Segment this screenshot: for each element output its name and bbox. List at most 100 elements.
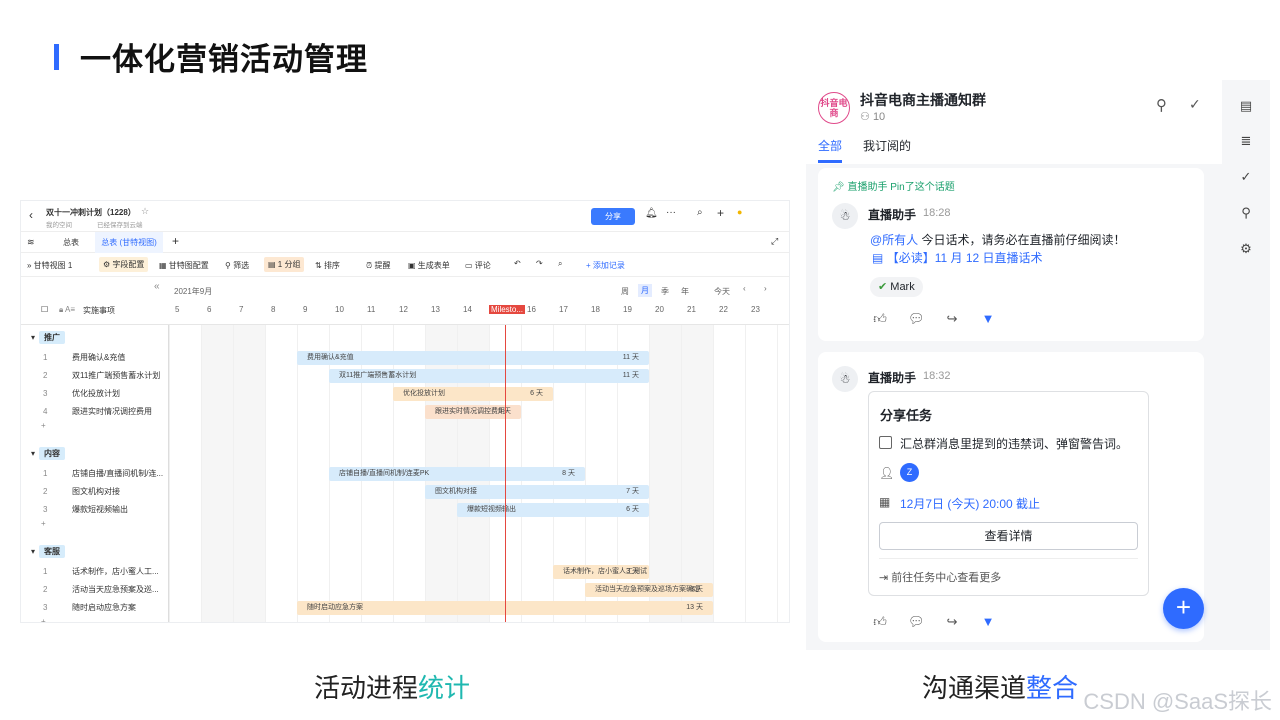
table-row[interactable]: 1 话术制作，店小蜜人工... (21, 563, 169, 581)
back-icon[interactable]: ‹ (29, 208, 33, 222)
settings-icon[interactable]: ⚙ (1237, 240, 1255, 258)
breadcrumb[interactable]: 我的空间 (46, 219, 72, 229)
bot-avatar[interactable]: ☃ (832, 203, 858, 229)
gantt-bar[interactable]: 活动当天应急预案及巡场方案确定 3 天 (585, 583, 713, 597)
month-label: 2021年9月 (174, 287, 213, 296)
tab-gantt[interactable]: 总表 (甘特视图) (95, 232, 163, 253)
checklist-icon[interactable]: ✓ (1237, 168, 1255, 186)
gantt-bar[interactable]: 店铺自播/直播间机制/连麦PK 8 天 (329, 467, 585, 481)
gantt-bar[interactable]: 费用确认&充值 11 天 (297, 351, 649, 365)
table-row[interactable]: 1 店铺自播/直播间机制/连... (21, 465, 169, 483)
like-icon[interactable]: 👍︎ (872, 311, 888, 327)
comment-button[interactable]: ▭ 评论 (465, 260, 491, 271)
undo-icon[interactable]: ↶ (514, 259, 521, 268)
bookmark-icon[interactable]: ▼ (980, 311, 996, 327)
gantt-bar[interactable]: 双11推广端预售蓄水计划 11 天 (329, 369, 649, 383)
scale-year[interactable]: 年 (681, 286, 689, 297)
gantt-window: ‹ 双十一冲刺计划（1228） ☆ 我的空间 已经保存到云端 分享 🔔︎ ···… (20, 200, 790, 623)
share-button[interactable]: 分享 (591, 208, 635, 225)
field-config-button[interactable]: ⚙ 字段配置 (99, 257, 149, 272)
view-name[interactable]: » 甘特视图 1 (27, 260, 72, 271)
add-tab-icon[interactable]: + (172, 234, 179, 248)
add-fab-button[interactable]: + (1163, 588, 1204, 629)
table-row[interactable]: 3 爆款短视频输出 (21, 501, 169, 519)
gantt-body: ▾ 推广 1 费用确认&充值 费用确认&充值 11 天 2 双11推广端预售蓄水计划 双11推广… (21, 325, 789, 622)
prev-icon[interactable]: ‹ (743, 284, 746, 293)
view-details-button[interactable]: 查看详情 (879, 522, 1138, 550)
table-row[interactable]: 2 图文机构对接 (21, 483, 169, 501)
group-avatar[interactable]: 抖音电商 (818, 92, 850, 124)
scale-month[interactable]: 月 (638, 284, 652, 297)
layers-icon[interactable]: ≋ (27, 237, 35, 248)
bar-label: 跟进实时情况调控费用 (435, 408, 505, 415)
tab-all[interactable]: 全部 (818, 137, 842, 154)
check-icon[interactable]: ✓ (1189, 96, 1201, 113)
add-row-icon[interactable]: + (41, 421, 46, 430)
sort-button[interactable]: ⇅ 排序 (315, 260, 340, 271)
reply-icon[interactable]: 💬︎ (908, 311, 925, 327)
task-checkbox[interactable] (879, 436, 892, 449)
scale-quarter[interactable]: 季 (661, 286, 669, 297)
add-icon[interactable]: + (717, 206, 724, 220)
row-number: 3 (43, 603, 48, 612)
table-row[interactable]: 3 优化投放计划 (21, 385, 169, 403)
gantt-bar[interactable]: 话术制作，店小蜜人工测试 3 天 (553, 565, 649, 579)
filter-button[interactable]: ⚲ 筛选 (225, 260, 249, 271)
remind-button[interactable]: ⏰︎ 提醒 (366, 260, 390, 271)
collapse-icon[interactable]: « (154, 281, 160, 292)
task-card: 分享任务 汇总群消息里提到的违禁词、弹窗警告词。 👤︎ Z ▦ 12月7日 (今… (868, 391, 1149, 596)
add-record-button[interactable]: + 添加记录 (586, 260, 625, 271)
member-count[interactable]: ⚇ 10 (860, 110, 885, 123)
expand-icon[interactable]: ⤢ (771, 236, 778, 247)
group-button[interactable]: ▤ 1 分组 (264, 257, 305, 272)
gantt-bar[interactable]: 爆款短视频输出 6 天 (457, 503, 649, 517)
add-row-icon[interactable]: + (41, 617, 46, 622)
tab-main[interactable]: 总表 (63, 237, 79, 248)
redo-icon[interactable]: ↷ (536, 259, 543, 268)
table-row[interactable]: 1 费用确认&充值 (21, 349, 169, 367)
reaction-mark[interactable]: ✔ Mark (870, 277, 923, 297)
search-list-icon[interactable]: ≣ (1237, 132, 1255, 150)
gantt-config-button[interactable]: ▦ 甘特图配置 (159, 260, 209, 271)
star-icon[interactable]: ☆ (141, 206, 149, 217)
table-row[interactable]: 2 活动当天应急预案及巡... (21, 581, 169, 599)
search-icon[interactable]: ⌕ (697, 207, 703, 218)
table-row[interactable]: 4 跟进实时情况调控费用 (21, 403, 169, 421)
next-icon[interactable]: › (764, 284, 767, 293)
add-member-icon[interactable]: ⚲ (1156, 96, 1167, 114)
mention-all[interactable]: @所有人 (870, 233, 918, 247)
group-header[interactable]: ▾ 客服 (31, 545, 66, 558)
like-icon-2[interactable]: 👍︎ (872, 614, 888, 630)
find-icon[interactable]: ⌕ (558, 259, 562, 269)
table-row[interactable]: 2 双11推广端预售蓄水计划 (21, 367, 169, 385)
tab-subscribed[interactable]: 我订阅的 (863, 137, 911, 154)
gantt-bar[interactable]: 图文机构对接 7 天 (425, 485, 649, 499)
bot-avatar-2[interactable]: ☃ (832, 366, 858, 392)
group-header[interactable]: ▾ 内容 (31, 447, 66, 460)
bulb-icon[interactable]: ● (737, 207, 742, 217)
gantt-bar[interactable]: 跟进实时情况调控费用 5 天 (425, 405, 521, 419)
select-all-checkbox[interactable]: ☐ (41, 305, 48, 314)
group-name: 抖音电商主播通知群 (860, 92, 986, 108)
doc-link[interactable]: ▤ 【必读】11 月 12 日直播话术 (872, 249, 1043, 266)
assignee-avatar[interactable]: Z (900, 463, 919, 482)
table-row[interactable]: 3 随时启动应急方案 (21, 599, 169, 617)
add-row-icon[interactable]: + (41, 519, 46, 528)
bell-icon[interactable]: 🔔︎ (645, 208, 658, 219)
forward-icon-2[interactable]: ↪ (944, 614, 960, 630)
scale-week[interactable]: 周 (621, 286, 629, 297)
forward-icon[interactable]: ↪ (944, 311, 960, 327)
add-record-label: 添加记录 (592, 261, 625, 270)
bookmark-icon-2[interactable]: ▼ (980, 614, 996, 630)
day-label: 13 (431, 305, 440, 314)
today-button[interactable]: 今天 (714, 286, 730, 297)
more-icon[interactable]: ··· (666, 207, 676, 218)
row-title: 话术制作，店小蜜人工... (72, 567, 159, 576)
clipboard-icon[interactable]: ▤ (1237, 97, 1255, 115)
gantt-bar[interactable]: 优化投放计划 6 天 (393, 387, 553, 401)
form-button[interactable]: ▣ 生成表单 (408, 260, 450, 271)
group-header[interactable]: ▾ 推广 (31, 331, 66, 344)
reply-icon-2[interactable]: 💬︎ (908, 614, 925, 630)
task-center-link[interactable]: ⇥ 前往任务中心查看更多 (879, 569, 1001, 585)
pin-rail-icon[interactable]: ⚲ (1237, 204, 1255, 222)
